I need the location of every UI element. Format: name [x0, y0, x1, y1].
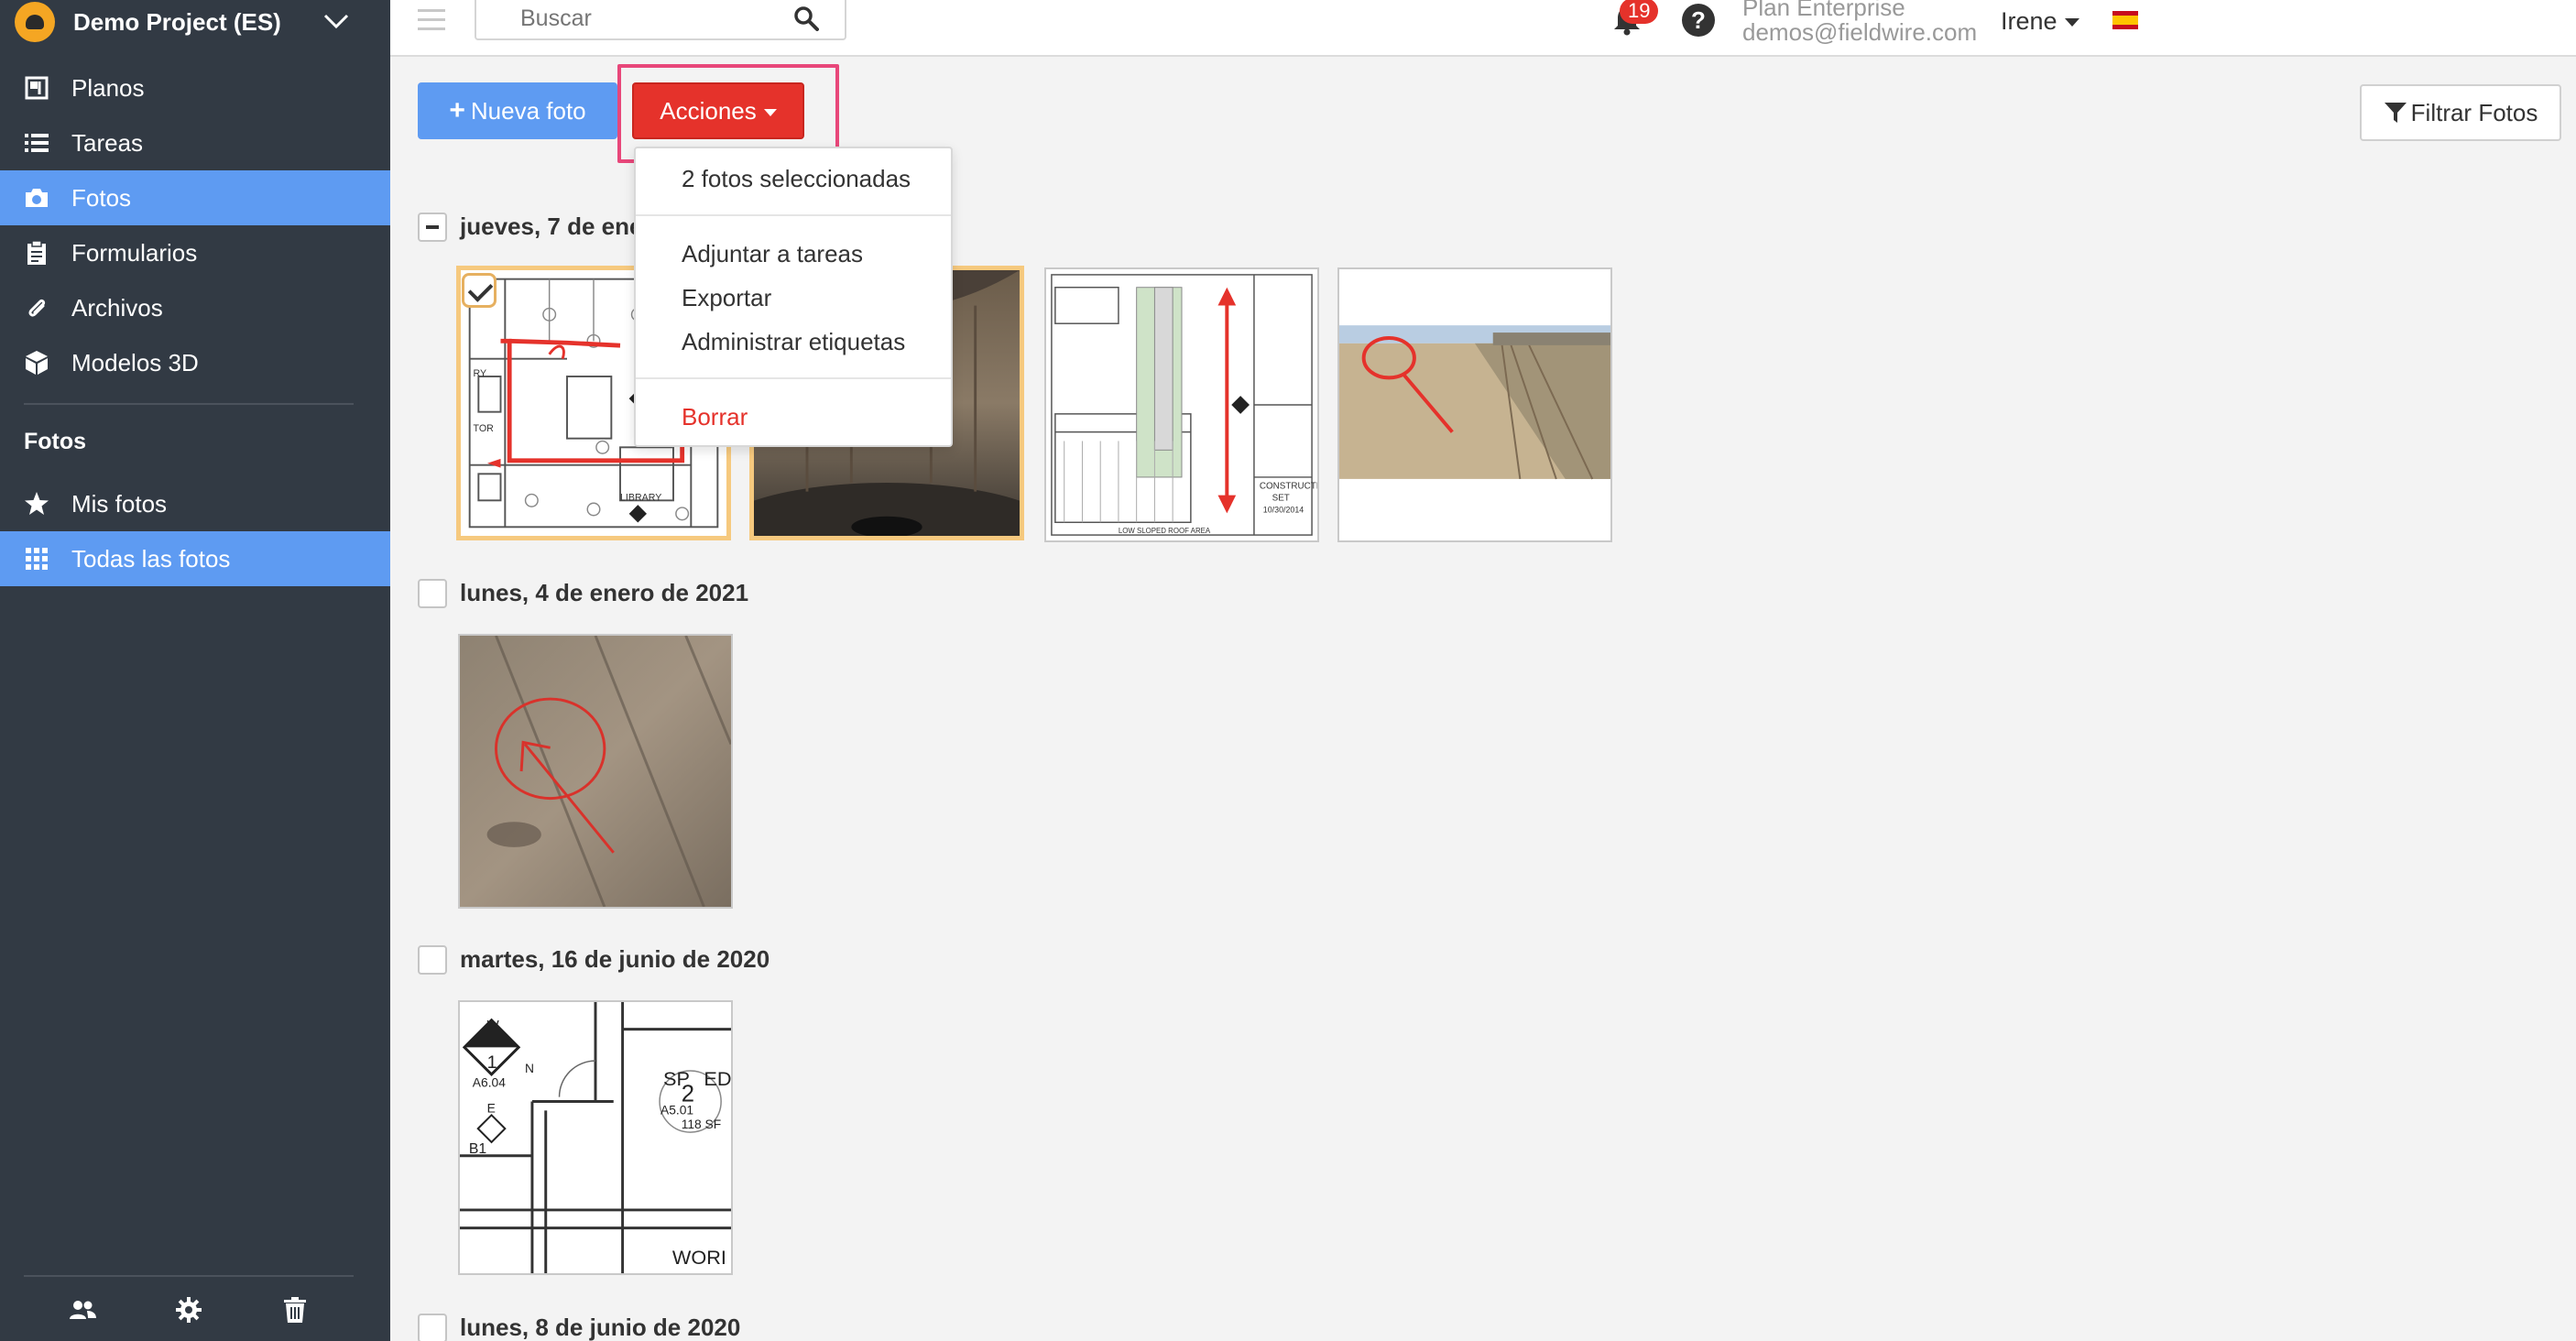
drawing-label: 1 — [487, 1052, 497, 1073]
nav-item-label: Modelos 3D — [71, 348, 199, 376]
menu-icon[interactable] — [418, 9, 445, 31]
drawing-label: A5.01 — [660, 1102, 693, 1117]
photo-thumbnail[interactable] — [1337, 267, 1612, 542]
nav-item-mis-fotos[interactable]: Mis fotos — [0, 476, 390, 531]
group-checkbox[interactable] — [418, 579, 447, 608]
filter-label: Filtrar Fotos — [2410, 98, 2538, 126]
drawing-label: WORI — [672, 1246, 726, 1269]
top-bar — [390, 0, 2576, 57]
caret-down-icon — [763, 109, 777, 116]
drawing-label: 118 SF — [682, 1117, 721, 1131]
plus-icon: + — [449, 95, 465, 125]
group-date-label: lunes, 4 de enero de 2021 — [460, 579, 749, 606]
drawing-label: A6.04 — [473, 1075, 506, 1090]
project-switcher[interactable]: Demo Project (ES) — [0, 0, 390, 44]
nav-item-modelos-3d[interactable]: Modelos 3D — [0, 335, 390, 390]
camera-icon — [24, 185, 49, 211]
nav-item-archivos[interactable]: Archivos — [0, 280, 390, 335]
menu-item-delete[interactable]: Borrar — [682, 403, 748, 431]
photo-thumbnail[interactable]: CONSTRUCTI SET 10/30/2014 LOW SLOPED ROO… — [1044, 267, 1319, 542]
drawing-label: LOW SLOPED ROOF AREA — [1119, 527, 1211, 535]
search-input[interactable] — [520, 5, 795, 32]
search-icon[interactable] — [793, 5, 819, 31]
paperclip-icon — [24, 295, 49, 321]
nav-item-todas-las-fotos[interactable]: Todas las fotos — [0, 531, 390, 586]
trash-icon[interactable] — [280, 1295, 310, 1325]
spain-flag-icon[interactable] — [2112, 11, 2138, 29]
users-icon[interactable] — [68, 1295, 97, 1325]
project-name: Demo Project (ES) — [73, 7, 281, 36]
group-date-label: jueves, 7 de ener — [460, 213, 652, 240]
group-date-label: lunes, 8 de junio de 2020 — [460, 1314, 741, 1341]
star-icon — [24, 491, 49, 517]
actions-menu: 2 fotos seleccionadas Adjuntar a tareas … — [634, 147, 953, 447]
group-checkbox[interactable] — [418, 1314, 447, 1341]
nav-item-label: Formularios — [71, 238, 198, 267]
photo-thumbnail[interactable]: W N E 1 A6.04 B1 SP ED 2 A5.01 118 SF WO… — [458, 1000, 733, 1275]
grid-icon — [24, 546, 49, 572]
group-checkbox[interactable] — [418, 945, 447, 975]
drawing-label: W — [487, 1018, 499, 1032]
sidebar-footer — [0, 1277, 390, 1341]
nav-item-label: Tareas — [71, 128, 144, 157]
drawing-label: E — [487, 1100, 496, 1115]
drawing-label: TOR — [474, 423, 495, 434]
user-email: demos@fieldwire.com — [1742, 18, 1978, 46]
drawing-label: B1 — [469, 1141, 486, 1157]
actions-label: Acciones — [660, 96, 757, 125]
drawing-label: SET — [1272, 494, 1290, 504]
nav-item-formularios[interactable]: Formularios — [0, 225, 390, 280]
filter-icon — [2384, 103, 2407, 123]
sidebar-section-title: Fotos — [24, 429, 87, 454]
group-checkbox[interactable] — [418, 213, 447, 242]
nav-item-label: Mis fotos — [71, 489, 168, 518]
drawing-label: CONSTRUCTI — [1260, 482, 1317, 492]
group-date-label: martes, 16 de junio de 2020 — [460, 945, 770, 973]
nav-item-tareas[interactable]: Tareas — [0, 115, 390, 170]
photos-nav: Mis fotos Todas las fotos — [0, 476, 390, 586]
clipboard-icon — [24, 240, 49, 266]
actions-button[interactable]: Acciones — [632, 82, 804, 139]
drawing-label: ED — [704, 1067, 731, 1090]
gear-icon[interactable] — [174, 1295, 203, 1325]
project-logo-icon — [15, 2, 55, 42]
new-photo-button[interactable]: + Nueva foto — [418, 82, 617, 139]
drawing-label: LIBRARY — [620, 492, 661, 503]
menu-item-attach-tasks[interactable]: Adjuntar a tareas — [682, 240, 863, 268]
nav-item-label: Archivos — [71, 293, 163, 322]
photo-checkbox[interactable] — [462, 273, 497, 308]
drawing-label: RY — [474, 368, 487, 379]
nav-item-label: Planos — [71, 73, 145, 102]
main-nav: Planos Tareas Fotos Formularios Archivos… — [0, 60, 390, 390]
drawing-label: 10/30/2014 — [1263, 505, 1304, 514]
selected-count: 2 fotos seleccionadas — [682, 165, 911, 192]
menu-divider — [636, 214, 951, 216]
nav-item-label: Fotos — [71, 183, 132, 212]
filter-photos-button[interactable]: Filtrar Fotos — [2360, 84, 2561, 141]
caret-down-icon[interactable] — [2065, 18, 2079, 27]
photo-thumbnail[interactable] — [458, 634, 733, 909]
notification-badge: 19 — [1620, 0, 1659, 24]
menu-item-manage-tags[interactable]: Administrar etiquetas — [682, 328, 905, 356]
list-icon — [24, 130, 49, 156]
menu-item-export[interactable]: Exportar — [682, 284, 771, 312]
help-icon[interactable]: ? — [1682, 4, 1715, 37]
menu-divider — [636, 377, 951, 379]
sidebar: Demo Project (ES) Planos Tareas Fotos Fo… — [0, 0, 390, 1341]
search-box — [475, 0, 846, 40]
cube-icon — [24, 350, 49, 376]
chevron-down-icon[interactable] — [322, 7, 350, 35]
nav-item-label: Todas las fotos — [71, 544, 231, 572]
nav-item-fotos[interactable]: Fotos — [0, 170, 390, 225]
nav-item-planos[interactable]: Planos — [0, 60, 390, 115]
sidebar-divider — [24, 403, 354, 405]
user-menu[interactable]: Irene — [2001, 7, 2058, 36]
new-photo-label: Nueva foto — [470, 96, 586, 125]
plans-icon — [24, 75, 49, 101]
drawing-label: N — [525, 1061, 534, 1075]
